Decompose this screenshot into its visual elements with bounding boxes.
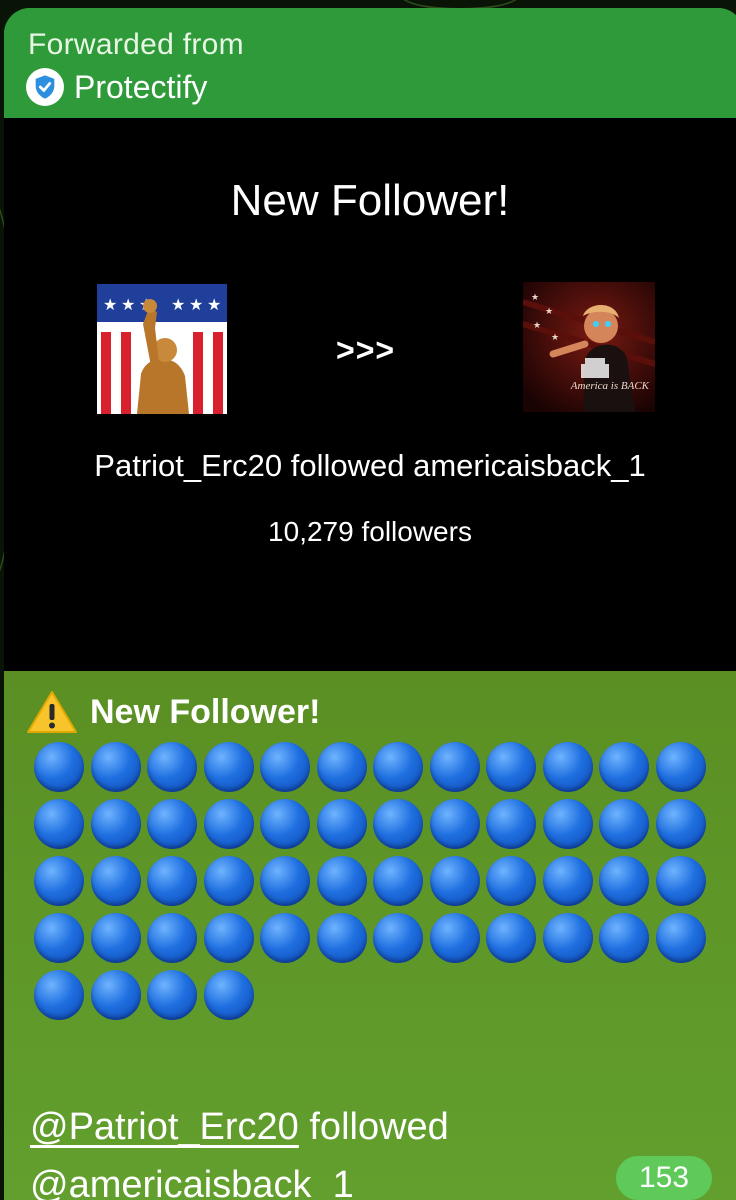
blue-circle-emoji: [542, 856, 593, 906]
blue-circle-emoji: [486, 799, 536, 849]
forward-source[interactable]: Protectify: [26, 68, 207, 106]
blue-circle-emoji: [542, 742, 593, 792]
blue-circle-emoji: [90, 742, 141, 792]
blue-circle-emoji: [90, 856, 141, 906]
svg-text:★: ★: [189, 295, 203, 314]
blue-circle-emoji: [147, 970, 197, 1020]
message-handles: @Patriot_Erc20 followed @americaisback_1: [30, 1098, 449, 1200]
blue-circle-emoji: [655, 742, 706, 792]
avatar-caption: America is BACK: [570, 380, 649, 392]
followed-avatar: ★ ★ ★ ★ America is BACK: [523, 282, 655, 412]
blue-circle-emoji: [373, 799, 423, 849]
forward-source-name[interactable]: Protectify: [74, 69, 207, 106]
blue-circle-emoji: [599, 913, 649, 963]
blue-circle-emoji: [260, 856, 310, 906]
blue-circle-emoji: [147, 913, 197, 963]
svg-text:★: ★: [121, 295, 135, 314]
svg-text:★: ★: [207, 295, 221, 314]
blue-circle-emoji: [599, 742, 649, 792]
follower-card-image[interactable]: New Follower! ★★★ ★★★: [4, 118, 736, 671]
follow-arrows: >>>: [336, 332, 396, 368]
message-heading: New Follower!: [26, 690, 716, 734]
blue-circle-emoji: [203, 970, 254, 1020]
blue-circle-emoji: [599, 856, 649, 906]
svg-text:★: ★: [533, 321, 541, 331]
blue-circle-emoji: [542, 799, 593, 849]
followed-word: followed: [309, 1106, 449, 1148]
blue-circle-emoji: [316, 742, 367, 792]
blue-circle-emoji: [486, 913, 536, 963]
blue-circle-emoji: [203, 742, 254, 792]
view-count-badge: 153: [616, 1156, 712, 1200]
forward-header[interactable]: Forwarded from Protectify: [4, 8, 736, 118]
blue-circle-emoji: [429, 856, 480, 906]
blue-circle-emoji: [203, 913, 254, 963]
blue-circle-emoji: [429, 913, 480, 963]
follower-count: 10,279 followers: [268, 516, 472, 547]
blue-circle-emoji: [316, 799, 367, 849]
warning-icon: [26, 690, 78, 734]
message-heading-text: New Follower!: [90, 692, 321, 731]
chat-screen: Forwarded from Protectify New Follower! …: [0, 0, 736, 1200]
svg-text:★: ★: [545, 307, 553, 317]
blue-circle-emoji: [90, 799, 141, 849]
forwarded-from-label: Forwarded from: [28, 28, 244, 61]
blue-circle-emoji: [486, 742, 536, 792]
blue-circle-emoji: [542, 913, 593, 963]
blue-circle-emoji: [147, 799, 197, 849]
blue-circle-emoji: [90, 970, 141, 1020]
blue-circle-emoji: [599, 799, 649, 849]
blue-circle-emoji: [373, 856, 423, 906]
blue-circle-emoji: [260, 799, 310, 849]
blue-circle-emoji: [34, 913, 84, 963]
blue-circle-emoji: [34, 856, 84, 906]
blue-circle-emoji: [34, 799, 84, 849]
blue-circle-emoji: [203, 799, 254, 849]
message-text: New Follower!: [26, 690, 716, 1020]
forwarded-message-bubble[interactable]: Forwarded from Protectify New Follower! …: [4, 8, 736, 1200]
blue-circle-emoji: [34, 970, 84, 1020]
shield-check-icon: [26, 68, 64, 106]
blue-circle-emoji: [655, 856, 706, 906]
svg-text:★: ★: [531, 293, 539, 303]
blue-circle-emoji: [655, 799, 706, 849]
blue-circle-emoji: [373, 913, 423, 963]
blue-circle-emoji: [429, 799, 480, 849]
blue-circle-emoji: [147, 856, 197, 906]
blue-circle-emoji: [260, 742, 310, 792]
blue-circle-emoji: [90, 913, 141, 963]
blue-circle-emoji: [147, 742, 197, 792]
blue-circle-emoji: [316, 856, 367, 906]
blue-circle-emoji: [260, 913, 310, 963]
follow-summary: Patriot_Erc20 followed americaisback_1: [94, 448, 646, 483]
svg-text:★: ★: [551, 333, 559, 343]
followed-handle-link[interactable]: @americaisback_1: [30, 1164, 354, 1200]
blue-circle-emoji: [316, 913, 367, 963]
blue-circle-emoji: [429, 742, 480, 792]
blue-circle-emoji: [34, 742, 84, 792]
follower-handle-link[interactable]: @Patriot_Erc20: [30, 1106, 299, 1148]
svg-text:★: ★: [171, 295, 185, 314]
card-title: New Follower!: [230, 176, 510, 225]
svg-text:★: ★: [103, 295, 117, 314]
blue-circle-emoji: [373, 742, 423, 792]
blue-circle-emoji: [203, 856, 254, 906]
follower-avatar: ★★★ ★★★: [97, 284, 227, 414]
blue-circle-emoji: [655, 913, 706, 963]
blue-circle-emoji: [486, 856, 536, 906]
